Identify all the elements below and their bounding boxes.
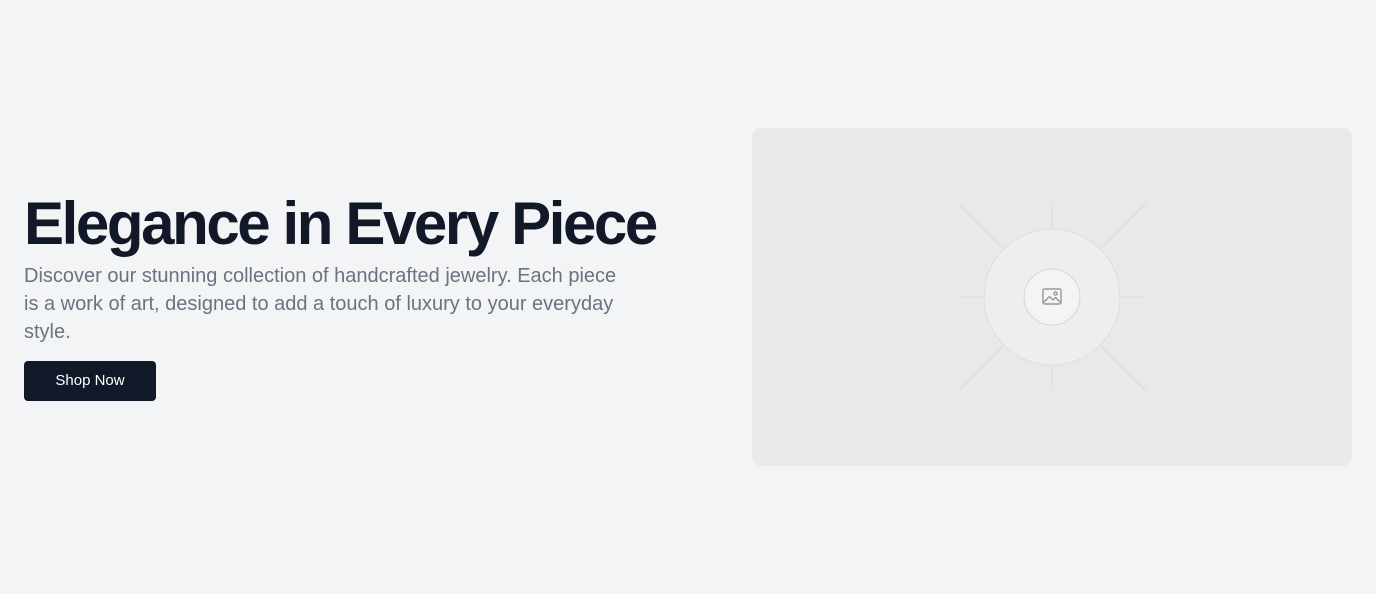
hero-image-placeholder [752, 128, 1352, 466]
hero-description: Discover our stunning collection of hand… [24, 265, 617, 343]
image-icon-badge [1023, 268, 1081, 326]
hero-content: Elegance in Every Piece Discover our stu… [24, 188, 664, 346]
hero-section: Elegance in Every Piece Discover our stu… [0, 0, 1376, 594]
hero-title: Elegance in Every Piece [24, 190, 658, 257]
placeholder-graphic [957, 202, 1147, 392]
shop-now-button[interactable]: Shop Now [24, 361, 156, 401]
